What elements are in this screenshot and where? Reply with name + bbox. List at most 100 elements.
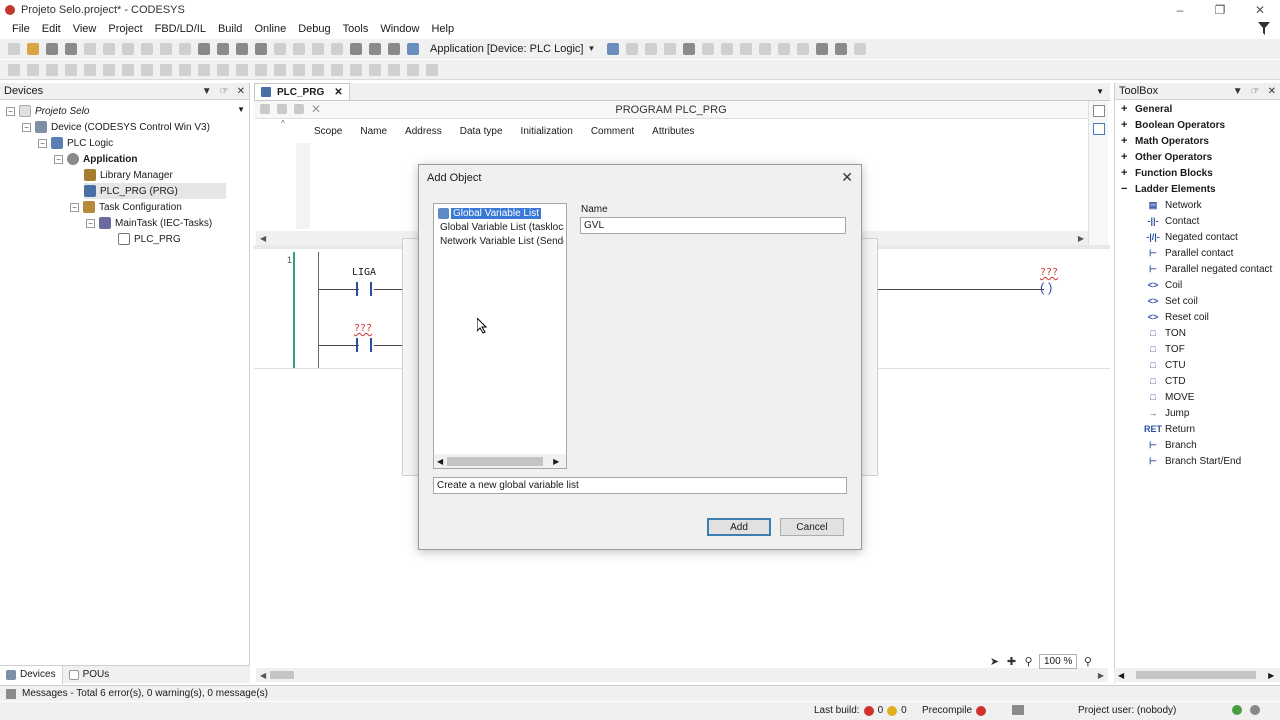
tree-item-maintask[interactable]: − MainTask (IEC-Tasks) xyxy=(86,215,212,231)
toolbox-item-contact[interactable]: -||- Contact xyxy=(1147,213,1199,229)
update-parameters-icon[interactable] xyxy=(425,63,438,76)
insert-parallel-contact-icon[interactable] xyxy=(83,63,96,76)
toolbox-category-general[interactable]: + General xyxy=(1121,101,1172,117)
scroll-thumb[interactable] xyxy=(1136,671,1257,679)
insert-coil-icon[interactable] xyxy=(121,63,134,76)
messages-bar[interactable]: Messages - Total 6 error(s), 0 warning(s… xyxy=(0,685,1280,701)
column-comment[interactable]: Comment xyxy=(591,126,634,137)
breakpoint-icon[interactable] xyxy=(777,43,790,55)
tree-item-device[interactable]: − Device (CODESYS Control Win V3) xyxy=(22,119,210,135)
contact-parallel[interactable] xyxy=(356,338,372,352)
insert-input-icon[interactable] xyxy=(292,63,305,76)
toolbox-item-return[interactable]: RET Return xyxy=(1144,421,1195,437)
build-icon[interactable] xyxy=(349,43,362,55)
network-status-icon[interactable] xyxy=(1012,705,1024,715)
step-over-icon[interactable] xyxy=(701,43,714,55)
column-address[interactable]: Address xyxy=(405,126,442,137)
expand-icon[interactable]: + xyxy=(1121,103,1131,115)
insert-branch-icon[interactable] xyxy=(311,63,324,76)
bookmark-next-icon[interactable] xyxy=(311,43,324,55)
force-values-icon[interactable] xyxy=(834,43,847,55)
set-reset-icon[interactable] xyxy=(368,63,381,76)
toolbox-item-move[interactable]: □ MOVE xyxy=(1147,389,1194,405)
toolbox-item-branch[interactable]: ⊢ Branch xyxy=(1147,437,1197,453)
delete-icon[interactable] xyxy=(178,43,191,55)
unforce-icon[interactable] xyxy=(853,43,866,55)
insert-label-icon[interactable] xyxy=(254,63,267,76)
shield-icon[interactable] xyxy=(1232,705,1242,715)
column-data-type[interactable]: Data type xyxy=(460,126,503,137)
toolbox-category-boolean-operators[interactable]: + Boolean Operators xyxy=(1121,117,1225,133)
tab-pous[interactable]: POUs xyxy=(63,666,116,684)
collapse-icon[interactable]: − xyxy=(1121,183,1131,195)
collapse-icon[interactable]: − xyxy=(6,106,15,116)
tree-dropdown-icon[interactable]: ▼ xyxy=(237,105,245,114)
cancel-button[interactable]: Cancel xyxy=(780,518,844,536)
tab-plc-prg[interactable]: PLC_PRG ✕ xyxy=(254,83,350,100)
select-pointer-icon[interactable]: ➤ xyxy=(988,655,1001,668)
toolbox-category-ladder-elements[interactable]: − Ladder Elements xyxy=(1121,181,1216,197)
toolbox-category-math-operators[interactable]: + Math Operators xyxy=(1121,133,1209,149)
contact-parallel-label[interactable]: ??? xyxy=(354,323,372,334)
precompile-status[interactable]: Precompile xyxy=(922,705,990,716)
insert-negated-contact-icon[interactable] xyxy=(64,63,77,76)
insert-contact-icon[interactable] xyxy=(45,63,58,76)
login-icon[interactable] xyxy=(606,43,619,55)
collapse-icon[interactable]: − xyxy=(54,154,63,164)
toolbox-horizontal-scrollbar[interactable]: ◀ ▶ xyxy=(1114,668,1280,682)
scroll-left-icon[interactable]: ◀ xyxy=(260,234,266,243)
menu-fbd-ld-il[interactable]: FBD/LD/IL xyxy=(149,20,212,39)
filter-icon[interactable] xyxy=(1258,22,1270,36)
editor-horizontal-scrollbar[interactable]: ◀ ▶ xyxy=(256,668,1108,682)
scroll-thumb[interactable] xyxy=(270,671,295,679)
column-name[interactable]: Name xyxy=(360,126,387,137)
toolbox-item-jump[interactable]: → Jump xyxy=(1147,405,1190,421)
lock-icon[interactable] xyxy=(1250,705,1260,715)
scroll-left-icon[interactable]: ◀ xyxy=(260,671,266,680)
toggle-comment-icon[interactable] xyxy=(387,63,400,76)
run-icon[interactable] xyxy=(644,43,657,55)
undo-icon[interactable] xyxy=(83,43,96,55)
replace-in-project-icon[interactable] xyxy=(254,43,267,55)
scroll-left-icon[interactable]: ◀ xyxy=(1118,671,1124,680)
insert-contact-right-icon[interactable] xyxy=(102,63,115,76)
close-tab-icon[interactable]: ✕ xyxy=(334,87,342,98)
panel-dropdown-icon[interactable]: ▼ xyxy=(202,86,212,97)
insert-network-below-icon[interactable] xyxy=(26,63,39,76)
toolbox-item-reset-coil[interactable]: <> Reset coil xyxy=(1147,309,1209,325)
pin-icon[interactable]: ☞ xyxy=(1251,86,1260,97)
save-icon[interactable] xyxy=(45,43,58,55)
coil-output[interactable]: ( ) xyxy=(1040,280,1052,295)
coil-variable-label[interactable]: ??? xyxy=(1040,267,1058,278)
toolbox-item-branch-start-end[interactable]: ⊢ Branch Start/End xyxy=(1147,453,1241,469)
toolbox-category-function-blocks[interactable]: + Function Blocks xyxy=(1121,165,1213,181)
zoom-icon[interactable]: ⚲ xyxy=(1022,655,1035,668)
cut-icon[interactable] xyxy=(121,43,134,55)
expand-icon[interactable]: + xyxy=(1121,135,1131,147)
toolbox-item-parallel-contact[interactable]: ⊢ Parallel contact xyxy=(1147,245,1233,261)
menu-build[interactable]: Build xyxy=(212,20,248,39)
edge-detect-icon[interactable] xyxy=(349,63,362,76)
scroll-up-icon[interactable]: ^ xyxy=(281,119,285,128)
run-to-cursor-icon[interactable] xyxy=(758,43,771,55)
toolbox-item-coil[interactable]: <> Coil xyxy=(1147,277,1183,293)
active-application-selector[interactable]: Application [Device: PLC Logic] ▼ xyxy=(426,41,599,57)
scroll-right-icon[interactable]: ▶ xyxy=(1098,671,1104,680)
tabular-view-icon[interactable] xyxy=(1093,123,1105,135)
properties-icon[interactable] xyxy=(387,43,400,55)
insert-set-coil-icon[interactable] xyxy=(140,63,153,76)
insert-reset-coil-icon[interactable] xyxy=(159,63,172,76)
zoom-fit-icon[interactable]: ⚲ xyxy=(1081,655,1094,668)
step-into-icon[interactable] xyxy=(720,43,733,55)
menu-help[interactable]: Help xyxy=(425,20,460,39)
toolbox-item-negated-contact[interactable]: -|/|- Negated contact xyxy=(1146,229,1238,245)
show-next-statement-icon[interactable] xyxy=(796,43,809,55)
expand-icon[interactable]: + xyxy=(1121,151,1131,163)
tree-item-plc-prg-call[interactable]: PLC_PRG xyxy=(118,231,181,247)
panel-dropdown-icon[interactable]: ▼ xyxy=(1233,86,1243,97)
collapse-icon[interactable]: − xyxy=(86,218,95,228)
object-type-list[interactable]: Global Variable List Global Variable Lis… xyxy=(433,203,567,469)
column-initialization[interactable]: Initialization xyxy=(521,126,573,137)
toolbox-item-parallel-negated-contact[interactable]: ⊢ Parallel negated contact xyxy=(1147,261,1272,277)
insert-box-icon[interactable] xyxy=(178,63,191,76)
